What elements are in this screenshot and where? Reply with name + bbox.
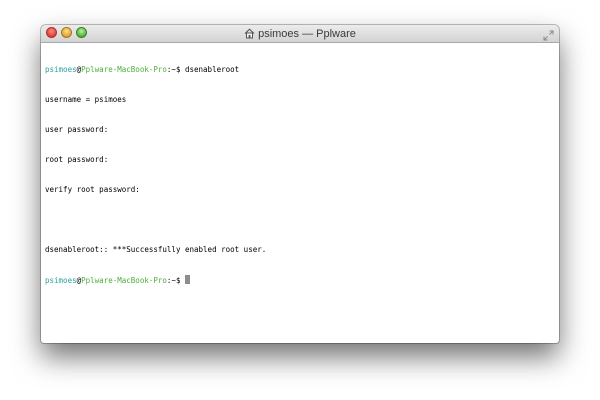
prompt-suffix: :~$ — [166, 65, 185, 74]
text-cursor — [184, 275, 190, 284]
terminal-content[interactable]: psimoes@Pplware-MacBook-Pro:~$ dsenabler… — [41, 43, 559, 307]
output-line: user password: — [45, 125, 109, 134]
active-prompt-line[interactable]: psimoes@Pplware-MacBook-Pro:~$ — [45, 275, 555, 285]
command-text: dsenableroot — [184, 65, 240, 74]
prompt-user: psimoes — [45, 65, 77, 74]
command-line: psimoes@Pplware-MacBook-Pro:~$ dsenabler… — [45, 65, 555, 75]
output-line: username = psimoes — [45, 95, 127, 104]
output-line-blank — [45, 215, 555, 225]
prompt-host: Pplware-MacBook-Pro — [81, 65, 167, 74]
fullscreen-icon[interactable] — [543, 28, 554, 41]
output-line: root password: — [45, 155, 109, 164]
window-title-group: psimoes — Pplware — [41, 25, 559, 42]
terminal-window: psimoes — Pplware psimoes@Pplware-MacBoo… — [41, 25, 559, 343]
output-line: verify root password: — [45, 185, 140, 194]
window-title: psimoes — Pplware — [258, 27, 356, 40]
prompt-host: Pplware-MacBook-Pro — [81, 276, 167, 285]
prompt-user: psimoes — [45, 276, 77, 285]
prompt-suffix: :~$ — [166, 276, 185, 285]
title-bar[interactable]: psimoes — Pplware — [41, 25, 559, 43]
output-line: dsenableroot:: ***Successfully enabled r… — [45, 245, 267, 254]
home-icon — [244, 28, 255, 39]
